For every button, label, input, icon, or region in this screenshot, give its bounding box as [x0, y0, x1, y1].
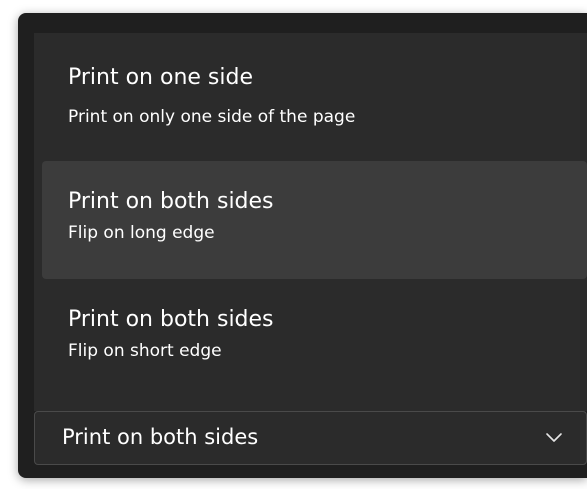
print-sides-dropdown-panel: Print on one side Print on only one side…	[18, 13, 587, 478]
menu-item-title: Print on both sides	[68, 307, 274, 332]
menu-item-subtitle: Flip on long edge	[68, 223, 215, 243]
menu-item-title: Print on both sides	[68, 189, 274, 214]
menu-item-subtitle: Print on only one side of the page	[68, 107, 356, 127]
menu-item-title: Print on one side	[68, 65, 254, 90]
menu-item-print-both-sides-long-edge[interactable]: Print on both sides Flip on long edge	[42, 161, 587, 279]
menu-item-subtitle: Flip on short edge	[68, 341, 222, 361]
chevron-down-icon	[544, 427, 564, 447]
menu-item-print-one-side[interactable]: Print on one side Print on only one side…	[42, 33, 587, 151]
menu-item-print-both-sides-short-edge[interactable]: Print on both sides Flip on short edge	[42, 279, 587, 397]
select-value: Print on both sides	[62, 425, 259, 449]
print-sides-menu: Print on one side Print on only one side…	[34, 33, 587, 411]
print-sides-select[interactable]: Print on both sides	[34, 411, 587, 465]
